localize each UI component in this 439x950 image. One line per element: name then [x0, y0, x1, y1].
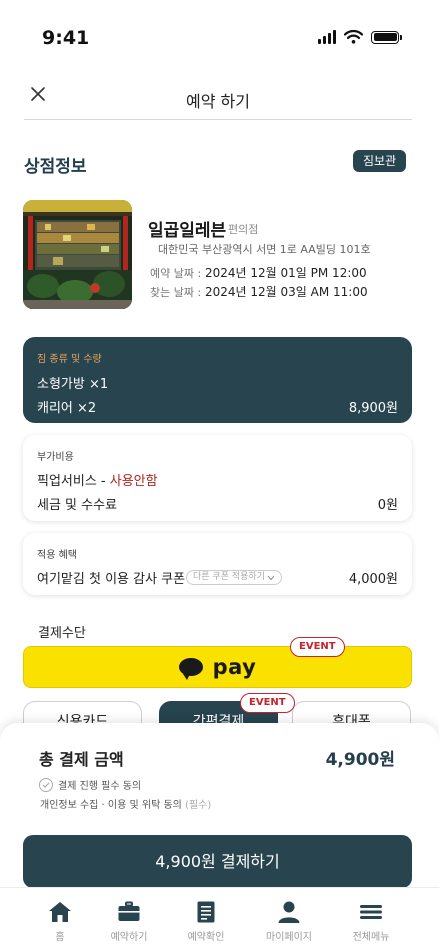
header: 예약 하기 — [24, 78, 412, 120]
kakaopay-text: pay — [212, 655, 257, 679]
tax-amount: 0원 — [377, 498, 398, 513]
tab-mypage-label: 마이페이지 — [266, 932, 312, 943]
person-icon — [278, 901, 300, 923]
bottom-tab-bar: 홈 예약하기 예약확인 마이페이지 전체메뉴 — [0, 887, 439, 950]
chevron-down-icon — [267, 575, 275, 580]
benefit-card: 적용 혜택 여기맡김 첫 이용 감사 쿠폰 다른 쿠폰 적용하기 4,000원 — [23, 533, 412, 595]
pickup-date-label: 찾는 날짜 : — [150, 286, 202, 299]
home-icon — [49, 902, 71, 922]
tab-reserve-label: 예약하기 — [110, 932, 148, 943]
agree-all-label: 결제 진행 필수 동의 — [58, 781, 142, 792]
store-photo — [23, 200, 132, 309]
store-category: 편의점 — [228, 223, 259, 236]
agree-required-tag: (필수) — [185, 800, 212, 811]
pickup-service-label: 픽업서비스 - — [37, 474, 110, 489]
store-address: 대한민국 부산광역시 서면 1로 AA빌딩 101호 — [158, 243, 371, 256]
document-icon — [197, 901, 215, 923]
reserve-date-label: 예약 날짜 : — [150, 267, 202, 280]
kakaopay-button[interactable]: pay — [23, 646, 412, 688]
reserve-date-value: 2024년 12월 01일 PM 12:00 — [205, 266, 367, 280]
luggage-item: 캐리어 ×2 — [37, 401, 97, 416]
tab-reserve[interactable]: 예약하기 — [89, 900, 169, 943]
luggage-item: 소형가방 ×1 — [37, 377, 109, 392]
agree-all-checkbox[interactable]: 결제 진행 필수 동의 — [39, 777, 141, 792]
pickup-date-value: 2024년 12월 03일 AM 11:00 — [205, 285, 368, 299]
status-time: 9:41 — [42, 27, 90, 49]
benefit-caption: 적용 혜택 — [37, 550, 77, 561]
pickup-service-status: 사용안함 — [109, 474, 158, 489]
briefcase-icon — [118, 901, 140, 921]
kakao-talk-icon — [178, 658, 203, 680]
tab-home[interactable]: 홈 — [20, 900, 100, 943]
reserve-date-row: 예약 날짜 : 2024년 12월 01일 PM 12:00 — [150, 264, 367, 281]
check-circle-icon — [39, 777, 53, 792]
other-coupon-label: 다른 쿠폰 적용하기 — [193, 572, 265, 582]
wifi-icon — [344, 30, 363, 44]
luggage-amount: 8,900원 — [348, 401, 398, 416]
tab-all-menu-label: 전체메뉴 — [352, 932, 390, 943]
event-tag: EVENT — [240, 693, 295, 713]
extra-cost-card: 부가비용 픽업서비스 - 사용안함 세금 및 수수료 0원 — [23, 435, 412, 521]
tab-mypage[interactable]: 마이페이지 — [249, 900, 329, 943]
agree-privacy-label: 개인정보 수집 · 이용 및 위탁 동의 — [40, 800, 182, 811]
page-title: 예약 하기 — [186, 92, 250, 111]
payment-method-label: 결제수단 — [38, 626, 86, 641]
total-label: 총 결제 금액 — [39, 750, 124, 769]
pickup-service-row: 픽업서비스 - 사용안함 — [37, 470, 158, 489]
service-badge: 짐보관 — [353, 150, 407, 172]
agree-privacy-row[interactable]: 개인정보 수집 · 이용 및 위탁 동의 (필수) — [40, 796, 211, 811]
pickup-date-row: 찾는 날짜 : 2024년 12월 03일 AM 11:00 — [150, 283, 368, 300]
extra-caption: 부가비용 — [37, 452, 74, 463]
benefit-amount: 4,000원 — [348, 572, 398, 587]
status-icons — [318, 30, 402, 44]
battery-icon — [371, 30, 402, 44]
coupon-name: 여기맡김 첫 이용 감사 쿠폰 — [37, 572, 186, 587]
tab-reservation-check[interactable]: 예약확인 — [166, 900, 246, 943]
pay-button[interactable]: 4,900원 결제하기 — [23, 835, 412, 888]
menu-icon — [360, 905, 382, 919]
luggage-card: 짐 종류 및 수량 소형가방 ×1 캐리어 ×2 8,900원 — [23, 337, 412, 423]
total-amount: 4,900원 — [325, 750, 395, 770]
store-section-title: 상점정보 — [24, 157, 87, 177]
tax-label: 세금 및 수수료 — [37, 498, 118, 513]
tab-home-label: 홈 — [55, 932, 65, 943]
signal-icon — [318, 30, 336, 44]
tab-all-menu[interactable]: 전체메뉴 — [331, 900, 411, 943]
status-bar: 9:41 — [0, 0, 439, 60]
other-coupon-button[interactable]: 다른 쿠폰 적용하기 — [186, 570, 282, 585]
luggage-caption: 짐 종류 및 수량 — [37, 354, 102, 365]
tab-reservation-check-label: 예약확인 — [187, 932, 225, 943]
store-name: 일곱일레븐 — [148, 221, 227, 241]
event-tag: EVENT — [290, 637, 345, 657]
